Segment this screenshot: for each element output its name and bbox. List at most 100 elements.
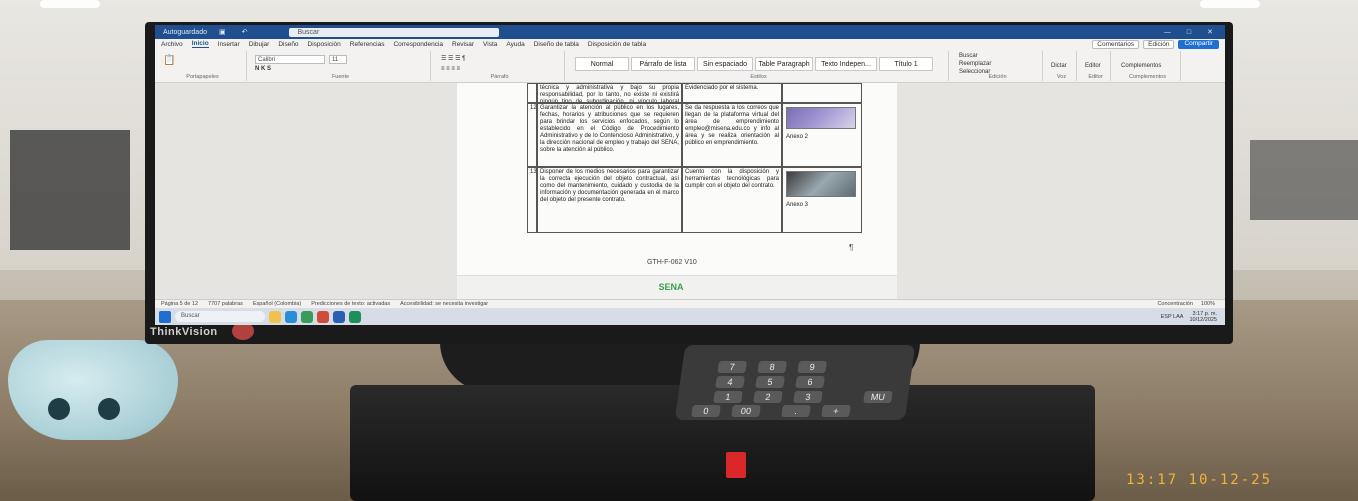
power-indicator	[726, 452, 746, 478]
font-name-select[interactable]: Calibri	[255, 55, 325, 64]
tab-insertar[interactable]: Insertar	[218, 41, 240, 48]
calc-key: 8	[757, 361, 788, 373]
tab-dibujar[interactable]: Dibujar	[249, 41, 270, 48]
replace-button[interactable]: Reemplazar	[959, 61, 991, 67]
calc-key: .	[781, 405, 811, 417]
save-icon[interactable]: ▣	[215, 28, 230, 36]
monitor-screen: Autoguardado ▣ ↶ Buscar — □ ✕ Archivo In…	[155, 25, 1225, 325]
row-number: 13	[527, 167, 537, 233]
zoom-level[interactable]: 100%	[1201, 301, 1215, 307]
sena-logo: SENA	[658, 282, 684, 292]
evidence-cell: Anexo 2	[782, 103, 862, 167]
dictate-button[interactable]: Dictar	[1051, 63, 1067, 69]
calc-key: 4	[715, 376, 745, 388]
tab-revisar[interactable]: Revisar	[452, 41, 474, 48]
status-bar: Página 5 de 12 7707 palabras Español (Co…	[155, 299, 1225, 308]
calc-key: 6	[795, 376, 825, 388]
paragraph-group: ☰ ☰ ☰ ¶ ≡ ≡ ≡ ≡ Párrafo	[435, 51, 565, 81]
status-language[interactable]: Español (Colombia)	[253, 301, 301, 307]
calc-key: MU	[863, 391, 893, 403]
tab-referencias[interactable]: Referencias	[350, 41, 385, 48]
start-icon[interactable]	[159, 310, 171, 323]
maximize-icon[interactable]: □	[1183, 29, 1195, 36]
status-accessibility[interactable]: Accesibilidad: se necesita investigar	[400, 301, 488, 307]
document-page[interactable]: técnica y administrativa y bajo su propi…	[457, 83, 897, 299]
tab-disposicion-tabla[interactable]: Disposición de tabla	[588, 41, 646, 48]
paste-icon[interactable]: 📋	[163, 55, 175, 66]
language-indicator[interactable]: ESP LAA	[1161, 314, 1184, 320]
bold-button[interactable]: N K S	[255, 66, 271, 72]
editor-button[interactable]: Editor	[1085, 63, 1101, 69]
style-no-spacing[interactable]: Sin espaciado	[697, 57, 753, 71]
font-size-select[interactable]: 11	[329, 55, 347, 64]
status-words[interactable]: 7707 palabras	[208, 301, 243, 307]
table-cell: Evidenciado por el sistema.	[682, 83, 782, 103]
windows-taskbar: Buscar ESP LAA 3:17 p. m. 10/12/2025	[155, 308, 1225, 325]
excel-icon[interactable]	[349, 310, 361, 323]
calc-key: 00	[731, 405, 761, 417]
style-normal[interactable]: Normal	[575, 57, 629, 71]
evidence-cell: Anexo 3	[782, 167, 862, 233]
taskbar-search-input[interactable]: Buscar	[175, 311, 265, 322]
calc-key: 5	[755, 376, 785, 388]
close-icon[interactable]: ✕	[1203, 28, 1217, 36]
office-chair	[10, 130, 130, 250]
list-icon[interactable]: ☰ ☰ ☰ ¶	[441, 55, 465, 62]
addins-button[interactable]: Complementos	[1121, 63, 1161, 69]
office-photo: 7 8 9 4 5 6 1 2 3 0 00 . + MU ThinkVisio…	[0, 0, 1358, 501]
tab-disposicion[interactable]: Disposición	[308, 41, 341, 48]
tab-correspondencia[interactable]: Correspondencia	[393, 41, 443, 48]
status-page[interactable]: Página 5 de 12	[161, 301, 198, 307]
search-input[interactable]: Buscar	[289, 27, 500, 37]
comments-button[interactable]: Comentarios	[1092, 39, 1140, 49]
align-icon[interactable]: ≡ ≡ ≡ ≡	[441, 66, 460, 72]
photo-evidence	[786, 171, 856, 197]
style-table-paragraph[interactable]: Table Paragraph	[755, 57, 813, 71]
autosave-toggle[interactable]: Autoguardado	[163, 29, 207, 36]
calc-key: 7	[717, 361, 748, 373]
share-button[interactable]: Compartir	[1178, 39, 1219, 49]
addins-group: Complementos Complementos	[1115, 51, 1181, 81]
edge-icon[interactable]	[285, 310, 297, 323]
calculator: 7 8 9 4 5 6 1 2 3 0 00 . + MU	[674, 345, 916, 420]
clock-date: 10/12/2025	[1189, 316, 1217, 323]
tab-ayuda[interactable]: Ayuda	[506, 41, 524, 48]
calc-key: 2	[753, 391, 783, 403]
word-title-bar: Autoguardado ▣ ↶ Buscar — □ ✕	[155, 25, 1225, 39]
table-cell: técnica y administrativa y bajo su propi…	[537, 83, 682, 103]
office-furniture	[1250, 140, 1358, 220]
table-cell: Cuento con la disposición y herramientas…	[682, 167, 782, 233]
evidence-label: Anexo 2	[786, 134, 809, 140]
photo-timestamp: 13:17 10-12-25	[1126, 472, 1273, 488]
style-list-paragraph[interactable]: Párrafo de lista	[631, 57, 695, 71]
tab-inicio[interactable]: Inicio	[191, 40, 209, 48]
mug-eye	[98, 398, 120, 420]
table-cell: Disponer de los medios necesarios para g…	[537, 167, 682, 233]
style-texto-indep[interactable]: Texto Indepen...	[815, 57, 877, 71]
font-group: Calibri 11 N K S Fuente	[251, 51, 431, 81]
store-icon[interactable]	[301, 310, 313, 323]
evidence-label: Anexo 3	[786, 202, 809, 208]
find-button[interactable]: Buscar	[959, 53, 978, 59]
minimize-icon[interactable]: —	[1160, 29, 1175, 36]
file-explorer-icon[interactable]	[269, 310, 281, 323]
tab-diseno-tabla[interactable]: Diseño de tabla	[534, 41, 579, 48]
undo-icon[interactable]: ↶	[238, 28, 252, 36]
focus-mode-button[interactable]: Concentración	[1157, 301, 1192, 307]
tab-diseno[interactable]: Diseño	[278, 41, 298, 48]
monitor-brand: ThinkVision	[150, 326, 218, 338]
tab-archivo[interactable]: Archivo	[161, 41, 183, 48]
menu-tabs: Archivo Inicio Insertar Dibujar Diseño D…	[155, 39, 1225, 49]
calc-key: +	[821, 405, 851, 417]
status-predictions[interactable]: Predicciones de texto: activadas	[311, 301, 390, 307]
document-code: GTH-F-062 V10	[647, 259, 697, 266]
word-icon[interactable]	[333, 310, 345, 323]
style-titulo-1[interactable]: Título 1	[879, 57, 933, 71]
table-cell: Se da respuesta a los correos que llegan…	[682, 103, 782, 167]
tab-vista[interactable]: Vista	[483, 41, 497, 48]
chrome-icon[interactable]	[317, 310, 329, 323]
ceiling-light	[40, 0, 100, 8]
page-footer: SENA	[457, 275, 897, 299]
editing-mode-button[interactable]: Edición	[1143, 39, 1175, 49]
clock[interactable]: 3:17 p. m. 10/12/2025	[1189, 311, 1217, 323]
